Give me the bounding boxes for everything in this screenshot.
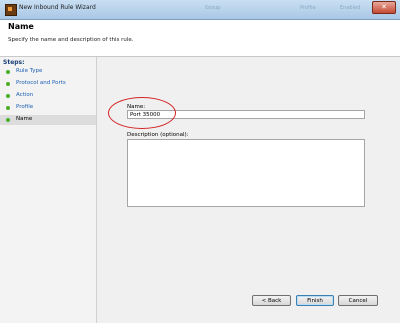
- background-text-profile: Profile: [300, 5, 316, 11]
- wizard-body: Steps: Rule Type Protocol and Ports Acti…: [0, 57, 400, 323]
- firewall-icon: [5, 4, 17, 16]
- wizard-window: New Inbound Rule Wizard Group Profile En…: [0, 0, 400, 323]
- step-label[interactable]: Rule Type: [16, 68, 42, 74]
- close-button[interactable]: ✕: [372, 1, 396, 14]
- window-title: New Inbound Rule Wizard: [19, 4, 96, 11]
- step-label[interactable]: Name: [16, 116, 32, 122]
- step-label[interactable]: Profile: [16, 104, 33, 110]
- step-complete-icon: [6, 70, 10, 74]
- content-pane: Name: Port 35000 Description (optional):…: [97, 57, 400, 323]
- description-textarea[interactable]: [127, 139, 365, 207]
- page-subtitle: Specify the name and description of this…: [8, 37, 134, 43]
- step-complete-icon: [6, 82, 10, 86]
- step-complete-icon: [6, 106, 10, 110]
- back-button[interactable]: < Back: [252, 295, 291, 306]
- step-label[interactable]: Action: [16, 92, 33, 98]
- step-profile[interactable]: Profile: [0, 103, 96, 113]
- step-label[interactable]: Protocol and Ports: [16, 80, 66, 86]
- page-header: Name Specify the name and description of…: [0, 20, 400, 57]
- step-protocol-and-ports[interactable]: Protocol and Ports: [0, 79, 96, 89]
- finish-button[interactable]: Finish: [296, 295, 334, 306]
- step-current-icon: [6, 118, 10, 122]
- red-highlight-circle: [108, 97, 176, 129]
- step-complete-icon: [6, 94, 10, 98]
- steps-title: Steps:: [3, 59, 25, 66]
- step-rule-type[interactable]: Rule Type: [0, 67, 96, 77]
- steps-pane: Steps: Rule Type Protocol and Ports Acti…: [0, 57, 97, 323]
- background-text-enabled: Enabled: [340, 5, 361, 11]
- step-name[interactable]: Name: [0, 115, 96, 125]
- description-label: Description (optional):: [127, 132, 189, 138]
- page-title: Name: [8, 22, 34, 31]
- background-text-group: Group: [205, 5, 221, 11]
- cancel-button[interactable]: Cancel: [338, 295, 378, 306]
- step-action[interactable]: Action: [0, 91, 96, 101]
- title-bar[interactable]: New Inbound Rule Wizard Group Profile En…: [0, 0, 400, 20]
